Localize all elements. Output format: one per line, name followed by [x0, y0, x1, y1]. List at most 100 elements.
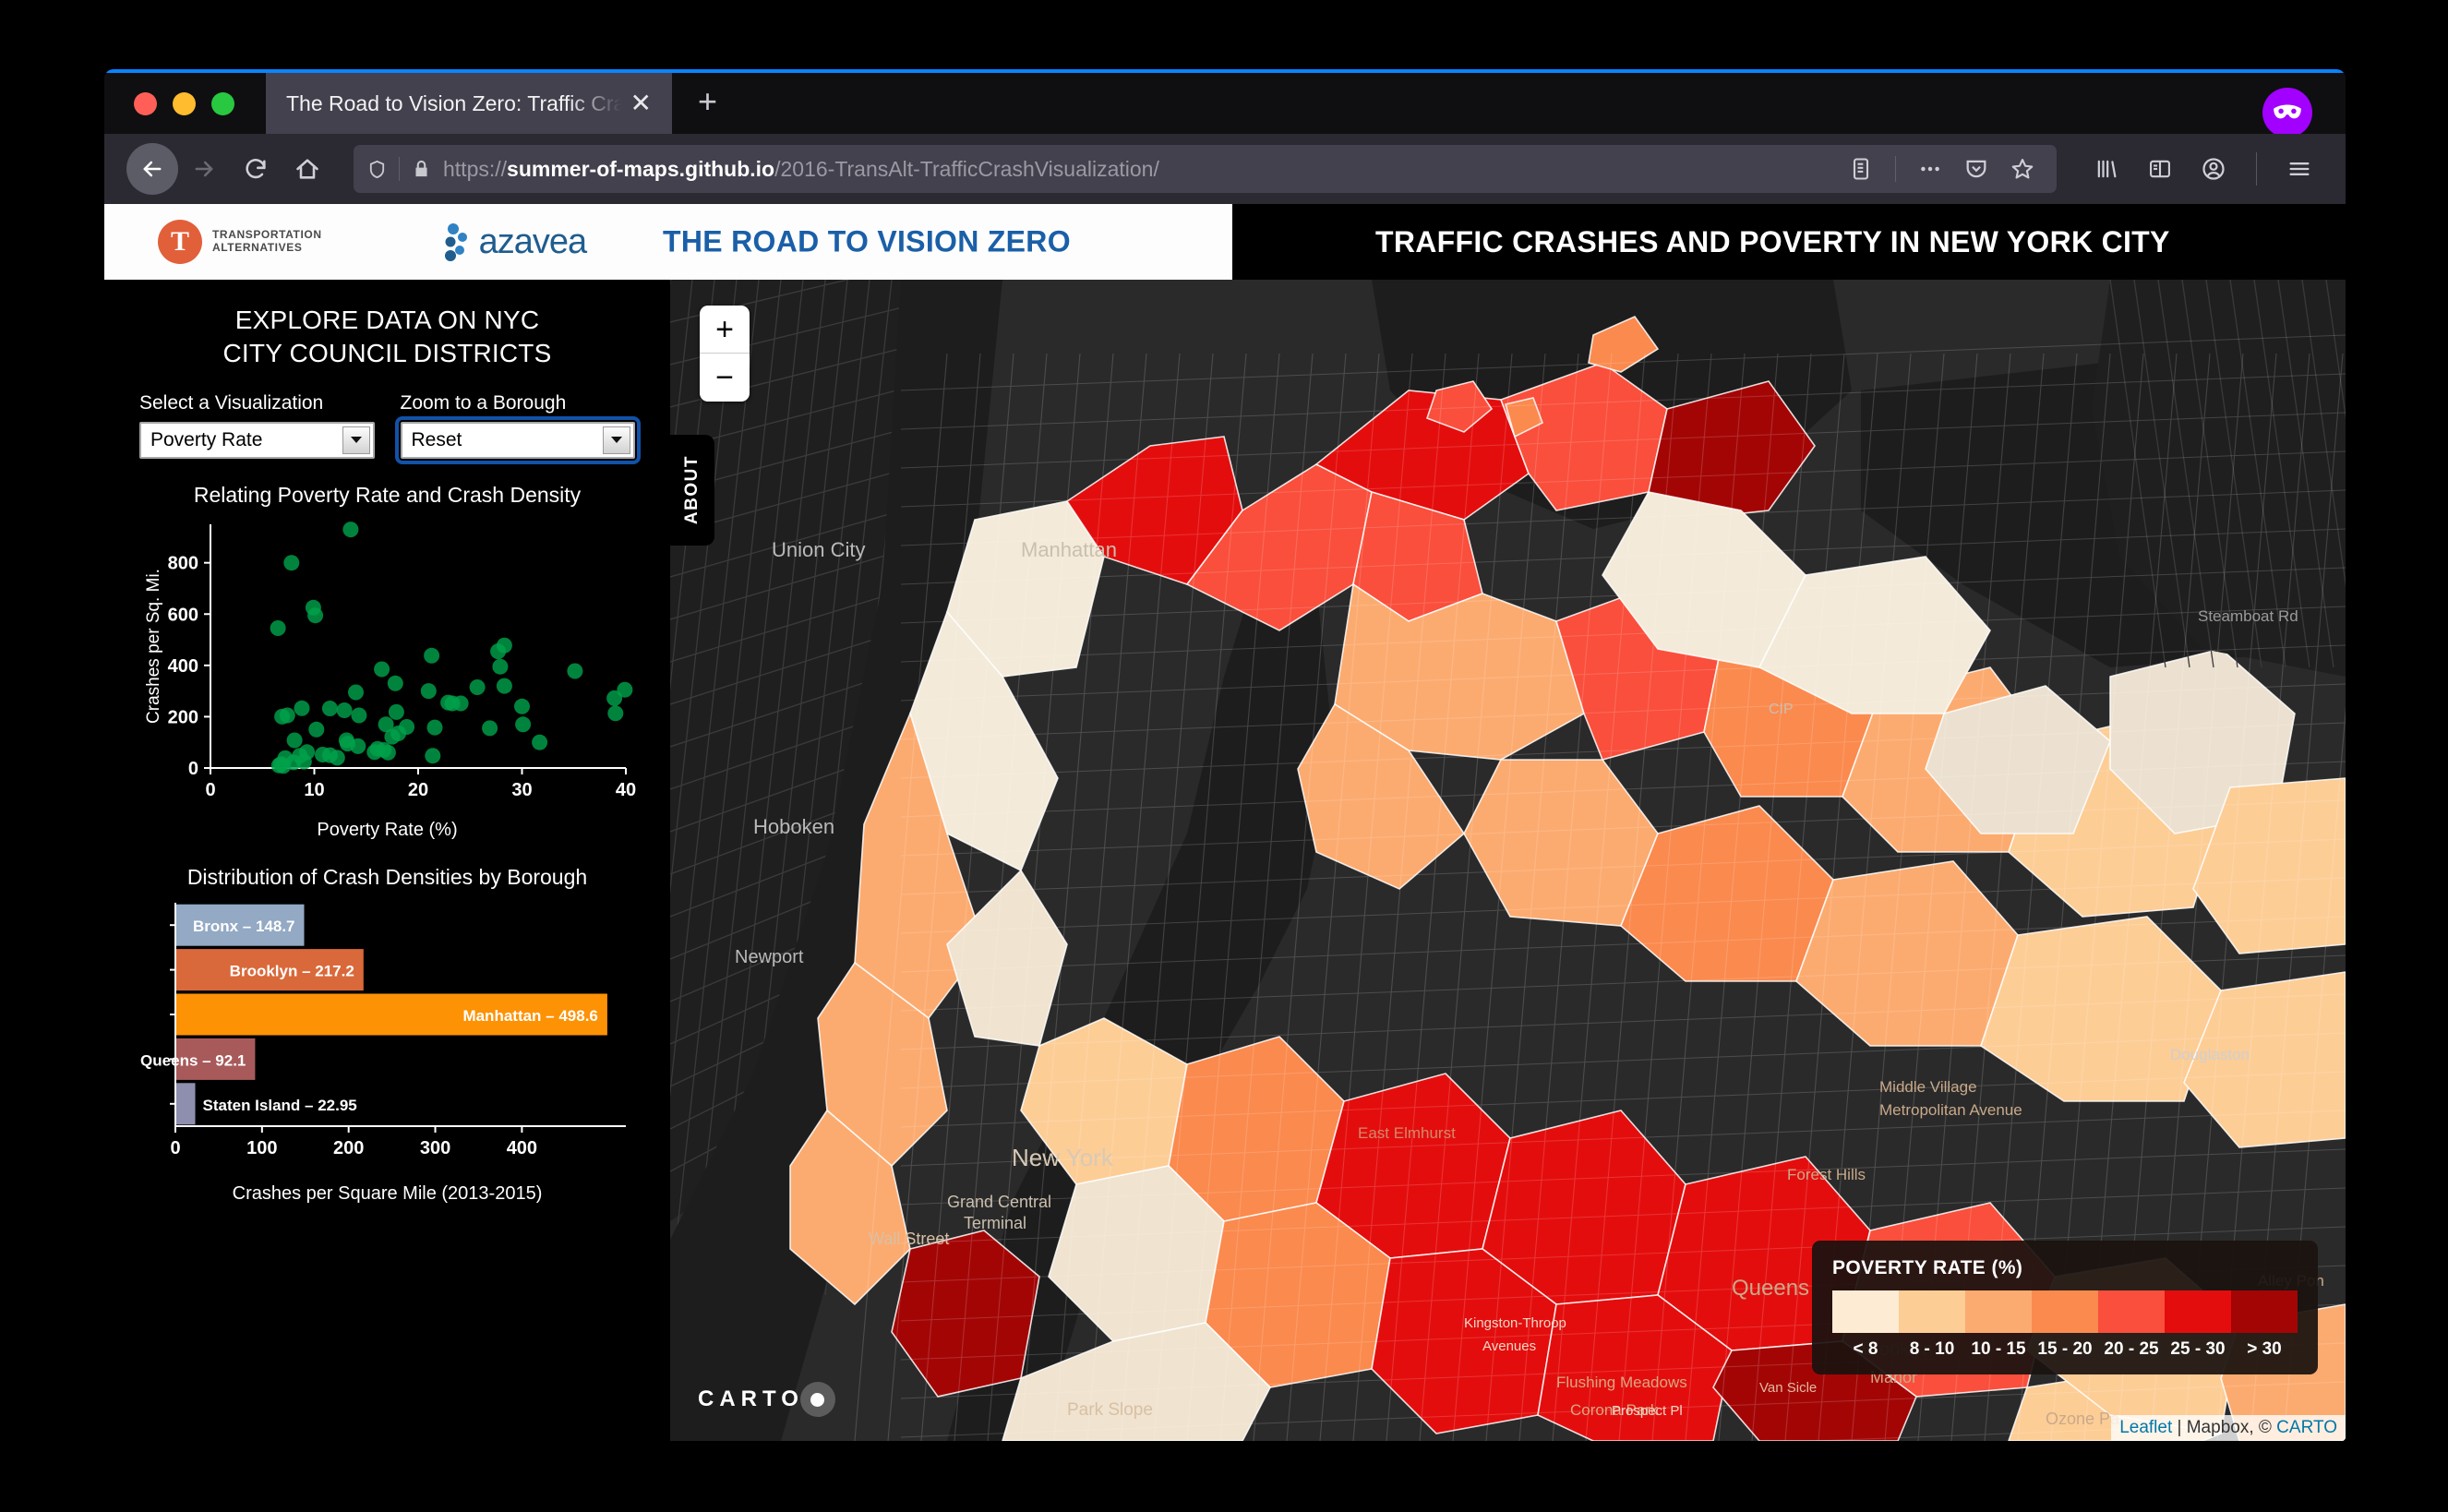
- attribution-separator: |: [2172, 1418, 2187, 1437]
- bookmark-star-icon[interactable]: [2001, 148, 2044, 190]
- borough-select-value: Reset: [411, 428, 462, 450]
- navigation-toolbar: https://summer-of-maps.github.io/2016-Tr…: [104, 134, 2346, 204]
- sidebar-heading-line1: EXPLORE DATA ON NYC: [234, 306, 540, 334]
- site-title-secondary: TRAFFIC CRASHES AND POVERTY IN NEW YORK …: [1375, 224, 2170, 258]
- scatter-point: [307, 721, 324, 738]
- map-place-label: Van Sicle: [1759, 1380, 1817, 1396]
- bar-label: Brooklyn – 217.2: [229, 962, 354, 979]
- address-bar-actions: [1840, 148, 2044, 190]
- lock-icon[interactable]: [411, 159, 432, 180]
- reload-button-icon[interactable]: [230, 143, 282, 195]
- new-tab-icon[interactable]: +: [698, 84, 717, 123]
- svg-text:400: 400: [506, 1138, 536, 1158]
- legend-bin-label: 15 - 20: [2037, 1339, 2093, 1359]
- browser-window: The Road to Vision Zero: Traffic Cra ✕ +: [104, 69, 2346, 1441]
- map-place-label: Queens: [1732, 1276, 1809, 1301]
- hamburger-menu-icon[interactable]: [2275, 145, 2323, 193]
- tracking-protection-shield-icon[interactable]: [366, 159, 388, 180]
- scatter-point: [336, 702, 353, 718]
- site-header-left: T TRANSPORTATION ALTERNATIVES azavea THE…: [104, 204, 1232, 280]
- choropleth-map[interactable]: Union City Hoboken Newport Manhattan New Yor…: [670, 280, 2346, 1441]
- window-traffic-lights: [134, 91, 234, 115]
- carto-logo[interactable]: CARTO: [698, 1382, 835, 1417]
- svg-text:200: 200: [167, 707, 198, 727]
- scatter-point: [294, 700, 309, 716]
- zoom-out-button[interactable]: −: [700, 354, 750, 402]
- map-place-label: Flushing Meadows: [1556, 1374, 1687, 1391]
- map-legend: POVERTY RATE (%) < 8 8 - 10 10 - 15 15 - 20…: [1812, 1241, 2318, 1374]
- ta-wordmark-line1: TRANSPORTATION: [212, 228, 322, 242]
- chevron-down-icon[interactable]: [603, 426, 630, 454]
- legend-bin-labels: < 8 8 - 10 10 - 15 15 - 20 20 - 25 25 - 30 > 3…: [1832, 1339, 2298, 1360]
- zoom-in-button[interactable]: +: [700, 306, 750, 354]
- library-icon[interactable]: [2082, 145, 2130, 193]
- legend-bin-label: > 30: [2247, 1339, 2282, 1359]
- scatter-point: [282, 554, 299, 570]
- address-bar[interactable]: https://summer-of-maps.github.io/2016-Tr…: [354, 145, 2057, 193]
- bar-chart-xlabel: Crashes per Square Mile (2013-2015): [232, 1182, 543, 1204]
- borough-select-label: Zoom to a Borough: [400, 391, 567, 414]
- scatter-point: [390, 725, 406, 741]
- map-place-label: Forest Hills: [1787, 1166, 1866, 1183]
- minimize-window-button[interactable]: [173, 91, 196, 115]
- toolbar-right-actions: [2082, 145, 2323, 193]
- bar-chart: Bronx – 148.7 Brooklyn – 217.2 Manhattan –…: [140, 902, 626, 1158]
- page-actions-ellipsis-icon[interactable]: [1909, 148, 1951, 190]
- maximize-window-button[interactable]: [211, 91, 234, 115]
- close-tab-icon[interactable]: ✕: [625, 89, 657, 118]
- visualization-select[interactable]: Poverty Rate: [139, 421, 375, 459]
- close-window-button[interactable]: [134, 91, 157, 115]
- scatter-chart-xlabel: Poverty Rate (%): [317, 819, 458, 840]
- transportation-alternatives-logo[interactable]: T TRANSPORTATION ALTERNATIVES: [158, 220, 322, 264]
- chevron-down-icon[interactable]: [342, 426, 370, 454]
- carto-link[interactable]: CARTO: [2276, 1418, 2337, 1437]
- azavea-logo[interactable]: azavea: [440, 222, 587, 262]
- forward-button-icon[interactable]: [178, 143, 230, 195]
- svg-text:100: 100: [246, 1138, 277, 1158]
- web-page-content: T TRANSPORTATION ALTERNATIVES azavea THE…: [104, 204, 2346, 1441]
- url-path: /2016-TransAlt-TrafficCrashVisualization…: [774, 156, 1159, 181]
- scatter-point: [491, 658, 508, 675]
- svg-text:200: 200: [333, 1138, 364, 1158]
- scatter-point: [496, 678, 512, 694]
- url-host: summer-of-maps.github.io: [507, 156, 775, 181]
- leaflet-link[interactable]: Leaflet: [2119, 1418, 2172, 1437]
- map-attribution: Leaflet | Mapbox, © CARTO: [2111, 1415, 2346, 1441]
- scatter-point: [606, 690, 622, 706]
- map-place-label: Steamboat Rd: [2198, 607, 2298, 625]
- scatter-point: [444, 695, 461, 712]
- svg-text:300: 300: [419, 1138, 450, 1158]
- map-place-label: Douglaston: [2170, 1046, 2250, 1063]
- scatter-chart: 0 200 400 600 800 0 10 20 30 40 Crashes per Sq. Mi…: [144, 521, 636, 800]
- sidebar-toggle-icon[interactable]: [2136, 145, 2184, 193]
- site-header: T TRANSPORTATION ALTERNATIVES azavea THE…: [104, 204, 2346, 280]
- map-zoom-control: + −: [700, 306, 750, 402]
- home-button-icon[interactable]: [282, 143, 333, 195]
- legend-bin-label: 10 - 15: [1971, 1339, 2026, 1359]
- bar-label: Queens – 92.1: [140, 1051, 246, 1069]
- scatter-point: [514, 715, 531, 732]
- account-icon[interactable]: [2190, 145, 2238, 193]
- azavea-mark-icon: [444, 223, 467, 261]
- pocket-save-icon[interactable]: [1955, 148, 1998, 190]
- scatter-point: [373, 661, 390, 678]
- bar-chart-block: Distribution of Crash Densities by Borou…: [104, 865, 670, 1205]
- scatter-point: [513, 698, 530, 714]
- scatter-point: [295, 753, 312, 770]
- address-bar-actions-divider: [1895, 156, 1896, 182]
- scatter-point: [342, 521, 358, 537]
- reader-mode-icon[interactable]: [1840, 148, 1882, 190]
- site-header-right: TRAFFIC CRASHES AND POVERTY IN NEW YORK …: [1232, 204, 2346, 280]
- about-tab-button[interactable]: ABOUT: [670, 435, 714, 546]
- svg-text:0: 0: [205, 780, 215, 800]
- legend-color-swatches: [1832, 1290, 2298, 1333]
- scatter-point: [286, 732, 303, 749]
- bar-label: Staten Island – 22.95: [202, 1096, 356, 1113]
- browser-tab-active[interactable]: The Road to Vision Zero: Traffic Cra ✕: [266, 73, 672, 134]
- borough-select[interactable]: Reset: [394, 415, 641, 464]
- map-place-label: Terminal: [964, 1214, 1026, 1232]
- map-place-label: Ozone Pa: [2046, 1410, 2120, 1428]
- carto-dot-icon: [799, 1382, 835, 1417]
- back-button-icon[interactable]: [126, 143, 178, 195]
- svg-text:0: 0: [170, 1138, 180, 1158]
